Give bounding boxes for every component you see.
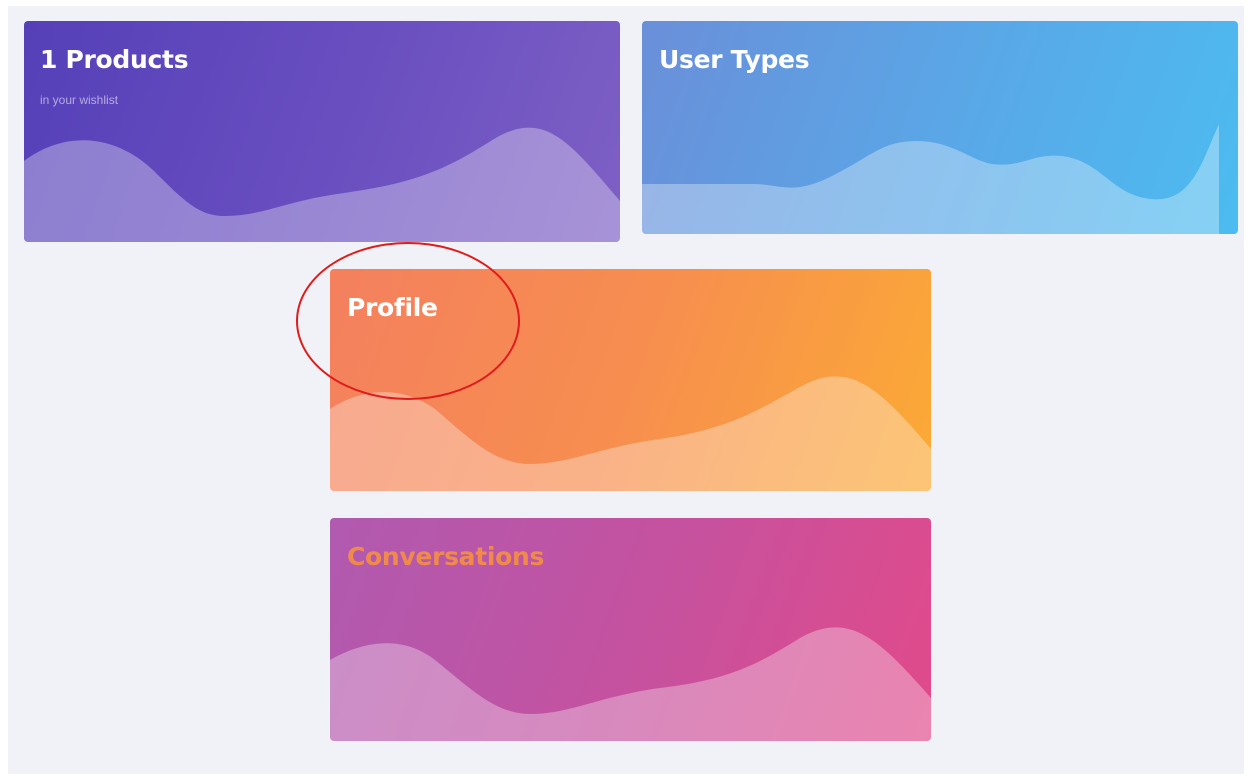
conversations-card[interactable]: Conversations	[330, 518, 931, 741]
products-card-title: 1 Products	[40, 45, 189, 74]
products-card[interactable]: 1 Products in your wishlist	[24, 21, 620, 242]
profile-card-title: Profile	[347, 293, 438, 322]
user-types-card-title: User Types	[659, 45, 810, 74]
profile-card[interactable]: Profile	[330, 269, 931, 491]
products-card-subtitle: in your wishlist	[40, 93, 119, 107]
user-types-card[interactable]: User Types	[642, 21, 1238, 234]
conversations-card-title: Conversations	[347, 542, 545, 571]
dashboard-canvas: 1 Products in your wishlist User Types P…	[8, 6, 1244, 774]
